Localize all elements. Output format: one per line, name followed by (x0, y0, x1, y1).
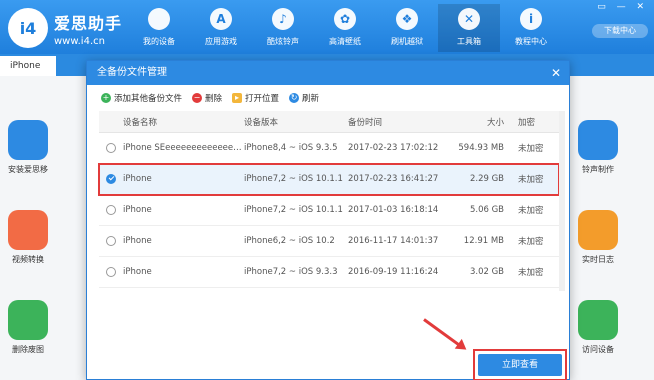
nav-item-flash-jailbreak[interactable]: ❖ 刷机越狱 (376, 4, 438, 52)
nav-item-ringtones[interactable]: ♪ 酷炫铃声 (252, 4, 314, 52)
view-now-button[interactable]: 立即查看 (478, 354, 562, 376)
ringtone-maker-icon (578, 120, 618, 160)
refresh-button[interactable]: ↻ 刷新 (289, 92, 319, 104)
nav-item-wallpapers[interactable]: ✿ 高清壁纸 (314, 4, 376, 52)
backup-manager-dialog: 全备份文件管理 ✕ + 添加其他备份文件 − 删除 ▸ 打开位置 ↻ 刷新 设备名称 设… (86, 60, 570, 380)
flower-icon: ✿ (334, 8, 356, 30)
nav-item-my-device[interactable]: 我的设备 (128, 4, 190, 52)
bell-icon: ♪ (272, 8, 294, 30)
top-bar: i4 爱思助手 www.i4.cn 我的设备 A 应用游戏 ♪ 酷炫铃声 ✿ 高清壁纸… (0, 0, 654, 54)
apple-icon (148, 8, 170, 30)
dialog-title: 全备份文件管理 (97, 67, 167, 78)
table-row[interactable]: iPhone iPhone7,2 ~ iOS 10.1.1 2017-01-03… (99, 195, 559, 226)
radio-button[interactable] (106, 142, 116, 153)
box-icon: ❖ (396, 8, 418, 30)
install-app-icon (8, 120, 48, 160)
table-header: 设备名称 设备版本 备份时间 大小 加密 (99, 111, 559, 133)
col-time: 备份时间 (348, 117, 383, 128)
radio-button[interactable] (106, 235, 116, 246)
radio-button[interactable] (106, 204, 116, 215)
nav-item-toolbox[interactable]: ✕ 工具箱 (438, 4, 500, 52)
bg-app-log[interactable]: 实时日志 (568, 210, 628, 265)
col-name: 设备名称 (123, 117, 158, 128)
folder-icon: ▸ (232, 93, 243, 103)
tools-icon: ✕ (458, 8, 480, 30)
device-tab[interactable]: iPhone (0, 56, 56, 76)
bg-app-ringtone[interactable]: 铃声制作 (568, 120, 628, 175)
delete-button[interactable]: − 删除 (192, 92, 222, 104)
close-icon[interactable]: ✕ (551, 61, 561, 85)
table-row[interactable]: iPhone iPhone6,2 ~ iOS 10.2 2016-11-17 1… (99, 226, 559, 257)
dialog-toolbar: + 添加其他备份文件 − 删除 ▸ 打开位置 ↻ 刷新 (87, 85, 569, 111)
delete-icon: − (192, 93, 203, 103)
open-location-button[interactable]: ▸ 打开位置 (232, 92, 279, 104)
window-controls[interactable]: ▭ — ✕ (597, 2, 648, 12)
col-version: 设备版本 (244, 117, 279, 128)
add-backup-button[interactable]: + 添加其他备份文件 (101, 92, 182, 104)
nav-item-apps[interactable]: A 应用游戏 (190, 4, 252, 52)
bg-app-install[interactable]: 安装爱思移 (0, 120, 58, 175)
bg-app-access[interactable]: 访问设备 (568, 300, 628, 355)
plus-icon: + (101, 93, 111, 103)
main-nav: 我的设备 A 应用游戏 ♪ 酷炫铃声 ✿ 高清壁纸 ❖ 刷机越狱 ✕ 工具箱 i 教程中心 (128, 4, 562, 52)
logo: i4 (8, 8, 48, 48)
view-now-highlight: 立即查看 (473, 349, 567, 380)
col-encrypt: 加密 (518, 117, 536, 128)
bg-app-photos[interactable]: 删除废图 (0, 300, 58, 355)
brand: 爱思助手 www.i4.cn (54, 10, 122, 47)
brand-url: www.i4.cn (54, 36, 105, 47)
col-size: 大小 (486, 117, 504, 128)
table-row-selected[interactable]: iPhone iPhone7,2 ~ iOS 10.1.1 2017-02-23… (98, 163, 560, 196)
bg-app-video[interactable]: 视频转换 (0, 210, 58, 265)
radio-button[interactable] (106, 266, 116, 277)
delete-photos-icon (8, 300, 48, 340)
table-row[interactable]: iPhone SEeeeeeeeeeeeeeeeeee iPhone8,4 ~ … (99, 133, 559, 164)
table-row[interactable]: iPhone iPhone7,2 ~ iOS 9.3.3 2016-09-19 … (99, 257, 559, 288)
brand-name: 爱思助手 (54, 14, 123, 33)
refresh-icon: ↻ (289, 93, 300, 103)
radio-button-checked[interactable] (106, 173, 116, 184)
nav-item-tutorials[interactable]: i 教程中心 (500, 4, 562, 52)
realtime-log-icon (578, 210, 618, 250)
dialog-title-bar: 全备份文件管理 ✕ (87, 61, 569, 85)
download-center-button[interactable]: 下载中心 (592, 24, 648, 38)
app-store-icon: A (210, 8, 232, 30)
table-scrollbar[interactable] (559, 111, 565, 291)
info-icon: i (520, 8, 542, 30)
video-convert-icon (8, 210, 48, 250)
access-device-icon (578, 300, 618, 340)
backup-table: 设备名称 设备版本 备份时间 大小 加密 iPhone SEeeeeeeeeee… (98, 111, 560, 288)
